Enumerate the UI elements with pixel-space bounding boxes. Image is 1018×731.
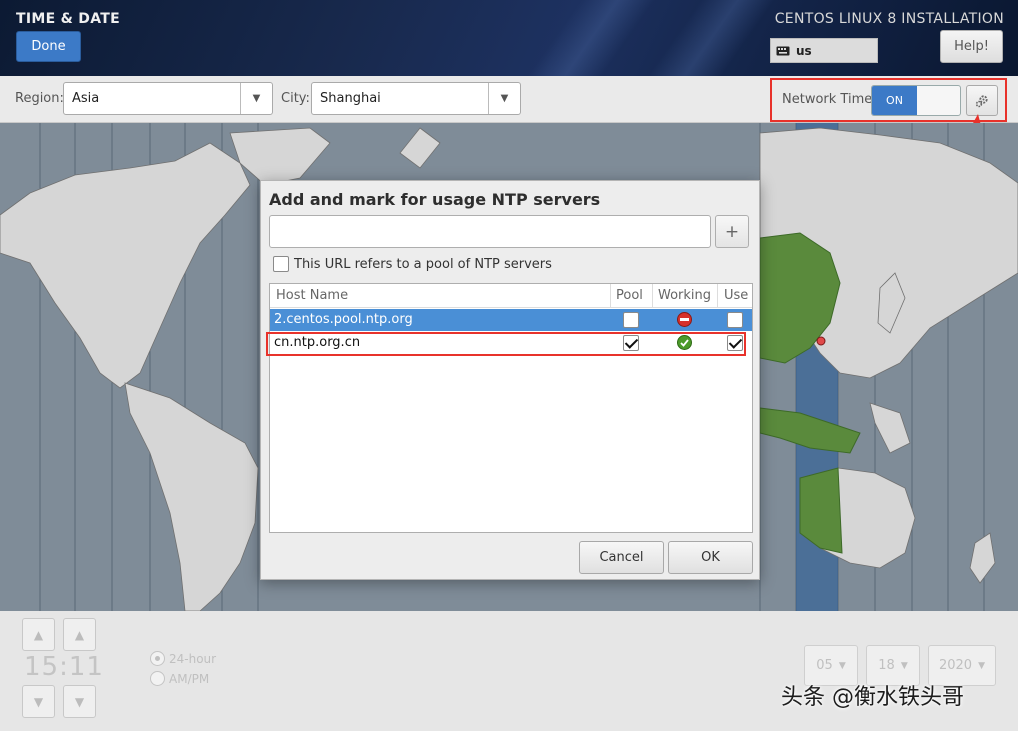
gears-icon [975, 94, 988, 107]
region-combo[interactable]: Asia ▼ [63, 82, 273, 115]
year-value: 2020 [938, 658, 973, 673]
ntp-server-list: Host Name Pool Working Use 2.centos.pool… [269, 283, 753, 533]
chevron-down-icon: ▼ [900, 660, 908, 671]
watermark: 头条 @衡水铁头哥 [781, 685, 964, 710]
format-24-hour-option[interactable]: 24-hour [150, 651, 216, 666]
column-working[interactable]: Working [658, 288, 711, 303]
chevron-down-icon: ▼ [33, 694, 44, 709]
radio-button[interactable] [150, 671, 165, 686]
network-time-label: Network Time [782, 92, 873, 107]
pool-row-checkbox[interactable] [623, 312, 639, 328]
city-value: Shanghai [320, 91, 381, 106]
column-host-name[interactable]: Host Name [276, 288, 348, 303]
pool-cell[interactable] [623, 312, 639, 328]
format-ampm-option[interactable]: AM/PM [150, 671, 209, 686]
format-ampm-label: AM/PM [169, 671, 210, 686]
ntp-servers-dialog: Add and mark for usage NTP servers + Thi… [260, 180, 760, 580]
switch-on-label: ON [872, 86, 917, 115]
column-pool[interactable]: Pool [616, 288, 643, 303]
minute-up-button[interactable]: ▲ [63, 618, 96, 651]
chevron-up-icon: ▲ [74, 627, 85, 642]
timezone-toolbar: Region: Asia ▼ City: Shanghai ▼ Network … [0, 76, 1018, 123]
dialog-title: Add and mark for usage NTP servers [269, 190, 601, 209]
chevron-down-icon: ▼ [978, 660, 985, 671]
list-header: Host Name Pool Working Use [270, 284, 752, 308]
day-value: 18 [878, 658, 895, 673]
month-value: 05 [816, 658, 833, 673]
date-time-panel: ▲ ▲ 15:11 ▼ ▼ 24-hour AM/PM 05 ▼ 18 ▼ 2020… [0, 611, 1018, 731]
page-title: TIME & DATE [16, 11, 120, 27]
header-decoration [639, 0, 781, 76]
column-use[interactable]: Use [724, 288, 748, 303]
use-row-checkbox[interactable] [727, 312, 743, 328]
region-value: Asia [72, 91, 100, 106]
keyboard-icon [776, 46, 790, 55]
pool-option[interactable]: This URL refers to a pool of NTP servers [273, 256, 552, 272]
row-highlight-annotation [266, 332, 746, 356]
column-divider [652, 284, 653, 308]
add-server-button[interactable]: + [715, 215, 749, 248]
hour-up-button[interactable]: ▲ [22, 618, 55, 651]
use-cell[interactable] [727, 312, 743, 328]
table-row[interactable]: 2.centos.pool.ntp.org [270, 309, 752, 331]
chevron-down-icon: ▼ [838, 660, 846, 671]
ok-button[interactable]: OK [668, 541, 753, 574]
city-combo[interactable]: Shanghai ▼ [311, 82, 521, 115]
working-cell [677, 312, 692, 327]
cancel-button[interactable]: Cancel [579, 541, 664, 574]
minute-down-button[interactable]: ▼ [63, 685, 96, 718]
chevron-up-icon: ▲ [33, 627, 44, 642]
column-divider [610, 284, 611, 308]
help-button[interactable]: Help! [940, 30, 1003, 63]
hour-down-button[interactable]: ▼ [22, 685, 55, 718]
ntp-server-input[interactable] [269, 215, 711, 248]
chevron-down-icon: ▼ [74, 694, 85, 709]
not-working-icon [677, 312, 692, 327]
chevron-down-icon: ▼ [488, 83, 520, 114]
pool-checkbox-label: This URL refers to a pool of NTP servers [294, 256, 552, 272]
format-24-hour-label: 24-hour [169, 651, 217, 666]
installation-title: CENTOS LINUX 8 INSTALLATION [774, 11, 1004, 27]
pool-checkbox[interactable] [273, 256, 289, 272]
column-divider [717, 284, 718, 308]
keyboard-layout-indicator[interactable]: us [770, 38, 878, 63]
time-display: 15:11 [24, 652, 104, 682]
region-label: Region: [15, 91, 64, 106]
city-label: City: [281, 91, 310, 106]
host-name-cell: 2.centos.pool.ntp.org [274, 312, 413, 327]
header-bar: TIME & DATE Done CENTOS LINUX 8 INSTALLA… [0, 0, 1018, 76]
radio-button[interactable] [150, 651, 165, 666]
done-button[interactable]: Done [16, 31, 81, 62]
keyboard-layout-label: us [796, 43, 812, 58]
header-decoration [519, 0, 661, 76]
chevron-down-icon: ▼ [240, 83, 272, 114]
